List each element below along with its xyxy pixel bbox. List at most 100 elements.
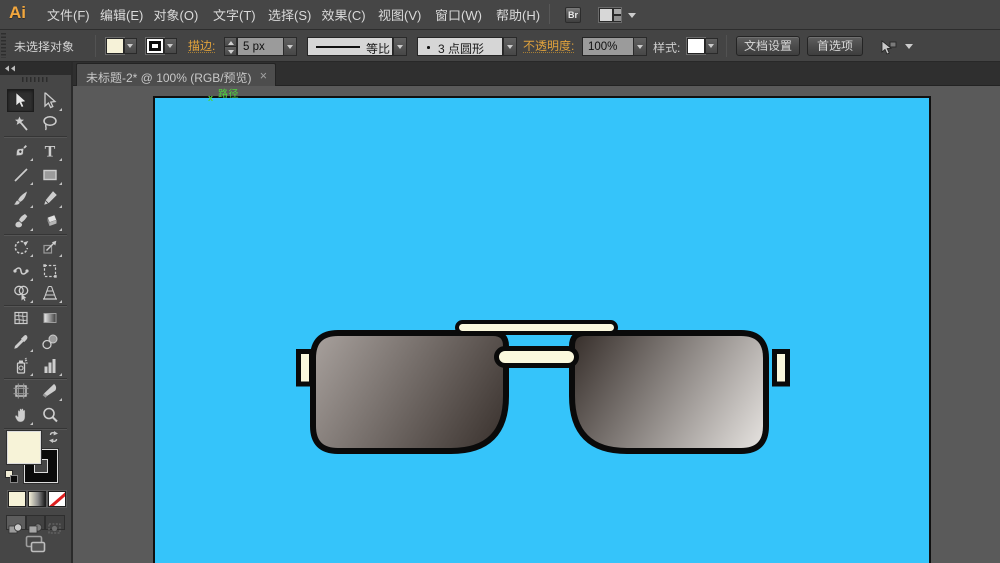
selection-tool[interactable] bbox=[7, 88, 34, 113]
artboard-tool[interactable] bbox=[7, 379, 34, 403]
menu-文字(T)[interactable]: 文字(T) bbox=[205, 0, 264, 29]
hand-tool[interactable] bbox=[7, 403, 34, 427]
paintbrush-tool[interactable] bbox=[7, 186, 34, 210]
slice-tool[interactable] bbox=[37, 379, 64, 403]
separator bbox=[726, 35, 727, 57]
illustrator-logo: Ai bbox=[9, 3, 26, 22]
pencil-tool[interactable] bbox=[37, 186, 64, 210]
stroke-width-dropdown[interactable] bbox=[283, 37, 297, 56]
right-lens-shape[interactable] bbox=[569, 330, 769, 454]
menu-帮助(H)[interactable]: 帮助(H) bbox=[488, 0, 548, 29]
canvas-area[interactable]: x 路径 bbox=[73, 86, 1000, 563]
style-swatch[interactable] bbox=[687, 38, 705, 54]
eraser-tool[interactable] bbox=[37, 209, 64, 233]
type-tool[interactable]: T bbox=[37, 139, 64, 163]
type-icon: T bbox=[45, 144, 56, 160]
zoom-tool[interactable] bbox=[37, 403, 64, 427]
tools-panel: T bbox=[0, 62, 71, 563]
menu-效果(C)[interactable]: 效果(C) bbox=[314, 0, 374, 29]
left-temple-shape[interactable] bbox=[296, 349, 314, 387]
flyout-indicator bbox=[29, 204, 33, 208]
column-graph-tool[interactable] bbox=[37, 354, 64, 378]
free-transform-tool[interactable] bbox=[37, 259, 64, 283]
tools-panel-grip[interactable] bbox=[22, 77, 48, 82]
line-segment-tool[interactable] bbox=[7, 163, 34, 187]
gradient-icon bbox=[43, 313, 57, 323]
gradient-tool[interactable] bbox=[37, 306, 64, 330]
menu-选择(S)[interactable]: 选择(S) bbox=[260, 0, 319, 29]
flyout-indicator bbox=[59, 158, 62, 162]
document-tab[interactable]: 未标题-2* @ 100% (RGB/预览) × bbox=[76, 63, 276, 86]
select-similar-icon[interactable] bbox=[877, 38, 897, 55]
gradient-mode-button[interactable] bbox=[28, 491, 46, 507]
opacity-dropdown[interactable] bbox=[633, 37, 647, 56]
default-fill-stroke-icon[interactable] bbox=[5, 470, 18, 483]
width-tool[interactable] bbox=[7, 259, 34, 283]
rectangle-tool[interactable] bbox=[37, 163, 64, 187]
control-bar-grip[interactable] bbox=[1, 33, 6, 58]
blend-tool[interactable] bbox=[37, 330, 64, 354]
scale-tool[interactable] bbox=[37, 235, 64, 259]
draw-normal-button[interactable] bbox=[6, 514, 26, 533]
direct-selection-tool[interactable] bbox=[37, 89, 64, 113]
draw-inside-button[interactable] bbox=[45, 514, 65, 533]
tab-close-icon[interactable]: × bbox=[260, 69, 267, 83]
shape-builder-tool[interactable] bbox=[7, 281, 34, 305]
select-similar-caret-icon[interactable] bbox=[905, 44, 913, 49]
symbol-sprayer-tool[interactable] bbox=[7, 354, 34, 378]
mesh-tool[interactable] bbox=[7, 306, 34, 330]
magic-wand-tool[interactable] bbox=[7, 112, 34, 136]
flyout-indicator bbox=[59, 204, 62, 208]
stroke-color-dropdown[interactable] bbox=[164, 38, 177, 54]
draw-behind-button[interactable] bbox=[25, 514, 45, 533]
stroke-width-input[interactable]: 5 px bbox=[237, 37, 283, 56]
bridge-button[interactable]: Br bbox=[565, 7, 581, 23]
stroke-width-stepper[interactable] bbox=[224, 37, 237, 56]
pen-tool[interactable] bbox=[7, 139, 34, 163]
sunglasses-artwork[interactable] bbox=[73, 86, 1000, 563]
left-lens-shape[interactable] bbox=[310, 330, 509, 454]
brush-select[interactable]: 3 点圆形 bbox=[417, 37, 503, 57]
flyout-indicator bbox=[59, 107, 62, 111]
menu-编辑(E)[interactable]: 编辑(E) bbox=[92, 0, 151, 29]
fill-color-dropdown[interactable] bbox=[124, 38, 137, 54]
lasso-tool[interactable] bbox=[37, 112, 64, 136]
menu-视图(V)[interactable]: 视图(V) bbox=[370, 0, 429, 29]
stroke-panel-link[interactable]: 描边: bbox=[188, 39, 216, 53]
menu-文件(F)[interactable]: 文件(F) bbox=[39, 0, 98, 29]
brush-dropdown[interactable] bbox=[503, 37, 517, 56]
style-dropdown[interactable] bbox=[705, 38, 718, 54]
brush-dot-icon bbox=[427, 46, 430, 49]
blob-brush-tool[interactable] bbox=[7, 209, 34, 233]
screen-mode-button[interactable] bbox=[23, 535, 48, 554]
document-setup-button[interactable]: 文档设置 bbox=[736, 36, 800, 56]
stepper-down-icon[interactable] bbox=[224, 46, 237, 56]
fill-proxy-swatch[interactable] bbox=[7, 430, 41, 464]
menu-对象(O)[interactable]: 对象(O) bbox=[146, 0, 207, 29]
style-label: 样式: bbox=[653, 39, 681, 56]
flyout-indicator bbox=[59, 228, 62, 232]
preferences-button[interactable]: 首选项 bbox=[807, 36, 863, 56]
perspective-grid-tool[interactable] bbox=[37, 281, 64, 305]
selection-icon bbox=[15, 92, 27, 108]
width-profile-select[interactable]: 等比 bbox=[307, 37, 393, 57]
width-profile-dropdown[interactable] bbox=[393, 37, 407, 56]
top-bar-shape[interactable] bbox=[455, 320, 618, 335]
workspace-caret-icon[interactable] bbox=[628, 13, 636, 18]
right-temple-shape[interactable] bbox=[772, 349, 790, 387]
rotate-tool[interactable] bbox=[7, 235, 34, 259]
flyout-indicator bbox=[29, 349, 33, 353]
bridge-shape[interactable] bbox=[494, 346, 579, 368]
workspace-switcher-icon[interactable] bbox=[598, 7, 622, 23]
stroke-color-swatch[interactable] bbox=[146, 38, 164, 54]
caret-down-icon bbox=[397, 45, 403, 49]
menu-窗口(W)[interactable]: 窗口(W) bbox=[427, 0, 490, 29]
fill-color-swatch[interactable] bbox=[106, 38, 124, 54]
color-mode-button[interactable] bbox=[8, 491, 26, 507]
opacity-panel-link[interactable]: 不透明度: bbox=[523, 39, 575, 53]
eyedropper-tool[interactable] bbox=[7, 330, 34, 354]
opacity-input[interactable]: 100% bbox=[582, 37, 633, 56]
collapse-panel-icon[interactable] bbox=[4, 65, 16, 72]
swap-fill-stroke-icon[interactable] bbox=[47, 431, 60, 443]
none-mode-button[interactable] bbox=[48, 491, 66, 507]
